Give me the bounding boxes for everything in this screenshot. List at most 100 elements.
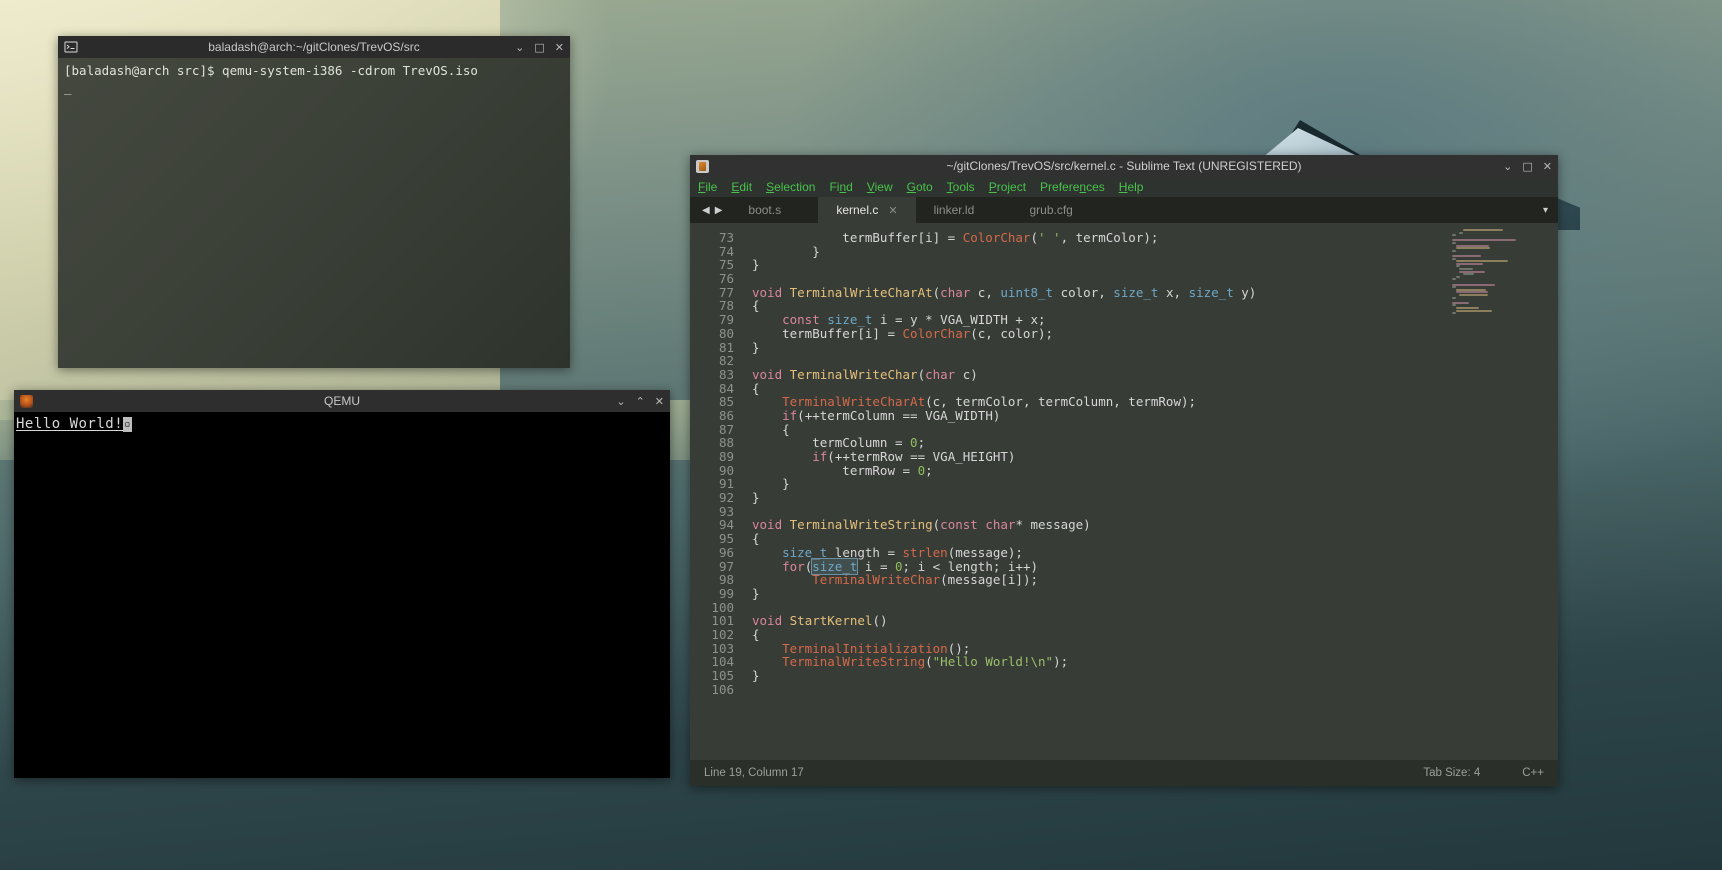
qemu-logo-icon (20, 394, 33, 408)
code-line[interactable]: void TerminalWriteChar(char c) (752, 368, 1450, 382)
minimap-line (1459, 231, 1464, 234)
qemu-output-line: Hello World! ▫ (16, 416, 668, 432)
minimap-line (1459, 294, 1488, 296)
sublime-window-controls[interactable]: ⌄ □ ✕ (1503, 161, 1552, 172)
code-line[interactable]: TerminalWriteString("Hello World!\n"); (752, 655, 1450, 669)
line-number: 95 (718, 531, 734, 547)
tab-size-status[interactable]: Tab Size: 4 (1423, 767, 1480, 779)
code-line[interactable]: TerminalWriteCharAt(c, termColor, termCo… (752, 395, 1450, 409)
code-line[interactable]: { (752, 532, 1450, 546)
tab-overflow-menu-icon[interactable]: ▾ (1533, 197, 1558, 223)
code-line[interactable]: void TerminalWriteCharAt(char c, uint8_t… (752, 284, 1450, 300)
menu-item-project[interactable]: Project (989, 180, 1026, 194)
line-number: 103 (711, 640, 734, 656)
minimap-line (1452, 286, 1456, 289)
code-line[interactable]: } (752, 258, 1450, 272)
code-line[interactable]: TerminalWriteChar(message[i]); (752, 573, 1450, 587)
code-line[interactable]: TerminalInitialization(); (752, 641, 1450, 656)
tab-boot-s[interactable]: boot.s✕ (730, 197, 818, 223)
line-number: 78 (718, 298, 734, 314)
code-line[interactable]: const size_t i = y * VGA_WIDTH + x; (752, 313, 1450, 327)
code-line[interactable]: void TerminalWriteString(const char* mes… (752, 518, 1450, 532)
minimap[interactable] (1450, 223, 1558, 760)
code-line[interactable]: { (752, 422, 1450, 437)
terminal-output-area[interactable]: [baladash@arch src]$ qemu-system-i386 -c… (58, 58, 570, 368)
minimap-line (1462, 229, 1503, 231)
terminal-window-controls[interactable]: ⌄ □ ✕ (515, 42, 564, 53)
code-token-plain: ); (1053, 654, 1069, 670)
code-line[interactable]: } (752, 491, 1450, 505)
code-line[interactable] (752, 354, 1450, 368)
code-line[interactable]: termColumn = 0; (752, 436, 1450, 450)
tab-prev-arrow-icon[interactable]: ◀ (702, 205, 710, 216)
code-line[interactable]: } (752, 477, 1450, 491)
code-line[interactable]: { (752, 381, 1450, 396)
code-line[interactable] (752, 272, 1450, 286)
syntax-status[interactable]: C++ (1522, 767, 1544, 779)
menu-item-selection[interactable]: Selection (766, 180, 815, 194)
tab-grub-cfg[interactable]: grub.cfg✕ (1011, 197, 1110, 223)
tab-linker-ld[interactable]: linker.ld✕ (916, 197, 1012, 223)
code-line[interactable] (752, 683, 1450, 697)
terminal-titlebar[interactable]: baladash@arch:~/gitClones/TrevOS/src ⌄ □… (58, 36, 570, 58)
code-view[interactable]: 73 74 75 76 77 78 79 80 81 82 83 84 85 86 87 88 89 90 91 92… (690, 223, 1450, 760)
tab-next-arrow-icon[interactable]: ▶ (715, 205, 723, 216)
sublime-menu-bar[interactable]: File Edit Selection Find View Goto Tools Projec… (690, 177, 1558, 197)
menu-item-preferences[interactable]: Preferences (1040, 180, 1105, 194)
close-button[interactable]: ✕ (555, 42, 564, 53)
code-line[interactable]: termBuffer[i] = ColorChar(c, color); (752, 326, 1450, 341)
maximize-button[interactable]: □ (1522, 161, 1532, 172)
maximize-button[interactable]: □ (534, 42, 544, 53)
code-line[interactable]: } (752, 669, 1450, 683)
line-number: 91 (718, 476, 734, 492)
maximize-button[interactable]: ⌃ (636, 396, 645, 407)
menu-item-find[interactable]: Find (829, 180, 852, 194)
code-line[interactable] (752, 601, 1450, 615)
code-line[interactable]: for(size_t i = 0; i < length; i++) (752, 557, 1450, 575)
tab-scroll-controls[interactable]: ◀ ▶ (694, 197, 730, 223)
close-button[interactable]: ✕ (1543, 161, 1552, 172)
code-line[interactable]: termBuffer[i] = ColorChar(' ', termColor… (752, 231, 1450, 245)
close-button[interactable]: ✕ (655, 396, 664, 407)
code-line[interactable]: } (752, 244, 1450, 259)
menu-item-tools[interactable]: Tools (947, 180, 975, 194)
code-line[interactable] (752, 505, 1450, 519)
code-token-type: size_t (1188, 284, 1234, 300)
code-line[interactable]: size_t length = strlen(message); (752, 545, 1450, 560)
code-line[interactable]: termRow = 0; (752, 462, 1450, 478)
minimap-line (1452, 234, 1456, 237)
menu-item-file[interactable]: File (698, 180, 717, 194)
code-line[interactable]: if(++termRow == VGA_HEIGHT) (752, 450, 1450, 464)
tab-close-icon[interactable]: ✕ (888, 204, 897, 217)
minimize-button[interactable]: ⌄ (515, 42, 524, 53)
code-token-plain: * message) (1015, 517, 1091, 533)
sublime-titlebar[interactable]: ~/gitClones/TrevOS/src/kernel.c - Sublim… (690, 155, 1558, 177)
code-line[interactable]: } (752, 340, 1450, 355)
minimap-line (1452, 249, 1456, 252)
qemu-titlebar[interactable]: QEMU ⌄ ⌃ ✕ (14, 390, 670, 412)
minimize-button[interactable]: ⌄ (1503, 161, 1512, 172)
menu-item-help[interactable]: Help (1119, 180, 1144, 194)
menu-item-view[interactable]: View (867, 180, 893, 194)
line-number: 105 (711, 668, 734, 683)
code-line[interactable]: } (752, 587, 1450, 601)
qemu-window-controls[interactable]: ⌄ ⌃ ✕ (616, 396, 664, 407)
code-token-num: 0 (917, 462, 926, 478)
minimize-button[interactable]: ⌄ (616, 396, 625, 407)
qemu-vga-display[interactable]: Hello World! ▫ (14, 412, 670, 778)
line-number: 82 (718, 353, 734, 369)
sublime-editor-area[interactable]: 73 74 75 76 77 78 79 80 81 82 83 84 85 86 87 88 89 90 91 92… (690, 223, 1558, 760)
code-line[interactable]: if(++termColumn == VGA_WIDTH) (752, 409, 1450, 423)
sublime-text-window[interactable]: ~/gitClones/TrevOS/src/kernel.c - Sublim… (690, 155, 1558, 786)
code-line[interactable]: { (752, 299, 1450, 313)
menu-item-edit[interactable]: Edit (731, 180, 752, 194)
sublime-tab-bar[interactable]: ◀ ▶ boot.s✕kernel.c✕linker.ld✕grub.cfg✕ … (690, 197, 1558, 223)
terminal-window[interactable]: baladash@arch:~/gitClones/TrevOS/src ⌄ □… (58, 36, 570, 368)
line-number-gutter: 73 74 75 76 77 78 79 80 81 82 83 84 85 86 87 88 89 90 91 92… (690, 231, 742, 760)
code-text-content[interactable]: termBuffer[i] = ColorChar(' ', termColor… (742, 231, 1450, 760)
code-line[interactable]: void StartKernel() (752, 614, 1450, 628)
qemu-window[interactable]: QEMU ⌄ ⌃ ✕ Hello World! ▫ (14, 390, 670, 778)
code-line[interactable]: { (752, 628, 1450, 642)
menu-item-goto[interactable]: Goto (907, 180, 933, 194)
tab-kernel-c[interactable]: kernel.c ✕ (818, 197, 916, 223)
